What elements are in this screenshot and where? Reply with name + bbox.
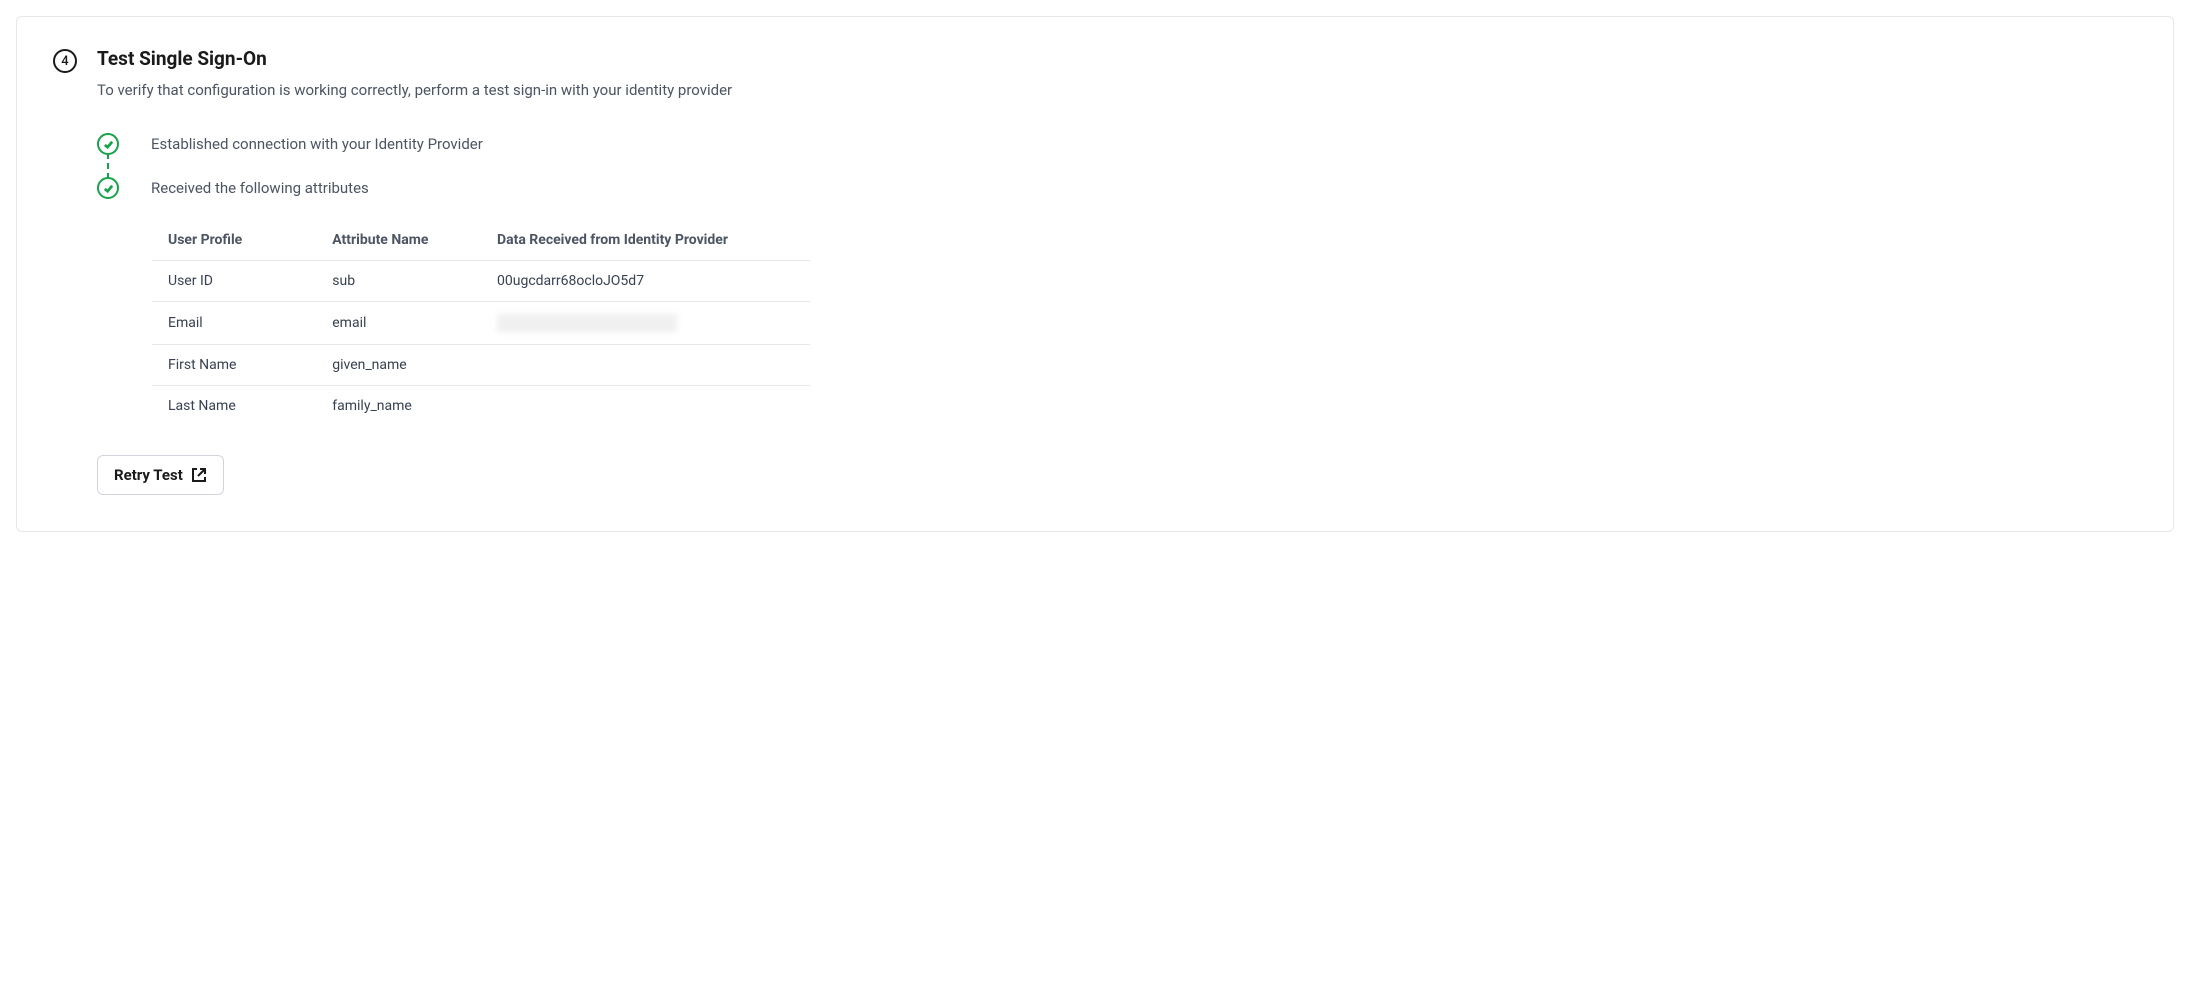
- checkmark-icon: [103, 183, 114, 194]
- step-number: 4: [61, 54, 68, 69]
- table-row: User IDsub00ugcdarr68ocloJO5d7: [152, 261, 811, 302]
- cell-profile: User ID: [152, 261, 317, 302]
- redacted-value: [497, 314, 677, 332]
- external-link-icon: [191, 467, 207, 483]
- cell-attribute: family_name: [316, 386, 481, 427]
- status-item-received: Received the following attributes: [97, 177, 2137, 199]
- cell-attribute: email: [316, 302, 481, 345]
- actions-row: Retry Test: [97, 455, 2137, 495]
- step-number-badge: 4: [53, 49, 77, 73]
- cell-data: [481, 345, 811, 386]
- status-received-text: Received the following attributes: [151, 179, 369, 197]
- check-circle-icon: [97, 177, 119, 199]
- cell-data: 00ugcdarr68ocloJO5d7: [481, 261, 811, 302]
- checkmark-icon: [103, 139, 114, 150]
- cell-profile: First Name: [152, 345, 317, 386]
- step-header: 4 Test Single Sign-On To verify that con…: [53, 47, 2137, 101]
- retry-test-button[interactable]: Retry Test: [97, 455, 224, 495]
- step-title: Test Single Sign-On: [97, 47, 2137, 70]
- table-header-data: Data Received from Identity Provider: [481, 220, 811, 261]
- table-row: Emailemail: [152, 302, 811, 345]
- attributes-table: User Profile Attribute Name Data Receive…: [151, 219, 811, 427]
- cell-profile: Email: [152, 302, 317, 345]
- status-item-established: Established connection with your Identit…: [97, 133, 2137, 155]
- table-row: Last Namefamily_name: [152, 386, 811, 427]
- status-established-text: Established connection with your Identit…: [151, 135, 483, 153]
- table-row: First Namegiven_name: [152, 345, 811, 386]
- table-header-attribute: Attribute Name: [316, 220, 481, 261]
- cell-profile: Last Name: [152, 386, 317, 427]
- attributes-table-wrapper: User Profile Attribute Name Data Receive…: [151, 219, 811, 427]
- sso-test-card: 4 Test Single Sign-On To verify that con…: [16, 16, 2174, 532]
- table-header-row: User Profile Attribute Name Data Receive…: [152, 220, 811, 261]
- check-circle-icon: [97, 133, 119, 155]
- step-header-content: Test Single Sign-On To verify that confi…: [97, 47, 2137, 101]
- cell-attribute: given_name: [316, 345, 481, 386]
- step-subtitle: To verify that configuration is working …: [97, 80, 2137, 101]
- cell-data: [481, 386, 811, 427]
- status-connector-line: [107, 153, 109, 179]
- table-header-profile: User Profile: [152, 220, 317, 261]
- cell-attribute: sub: [316, 261, 481, 302]
- cell-data: [481, 302, 811, 345]
- retry-test-label: Retry Test: [114, 466, 183, 484]
- status-section: Established connection with your Identit…: [97, 133, 2137, 199]
- attributes-table-body: User IDsub00ugcdarr68ocloJO5d7Emailemail…: [152, 261, 811, 427]
